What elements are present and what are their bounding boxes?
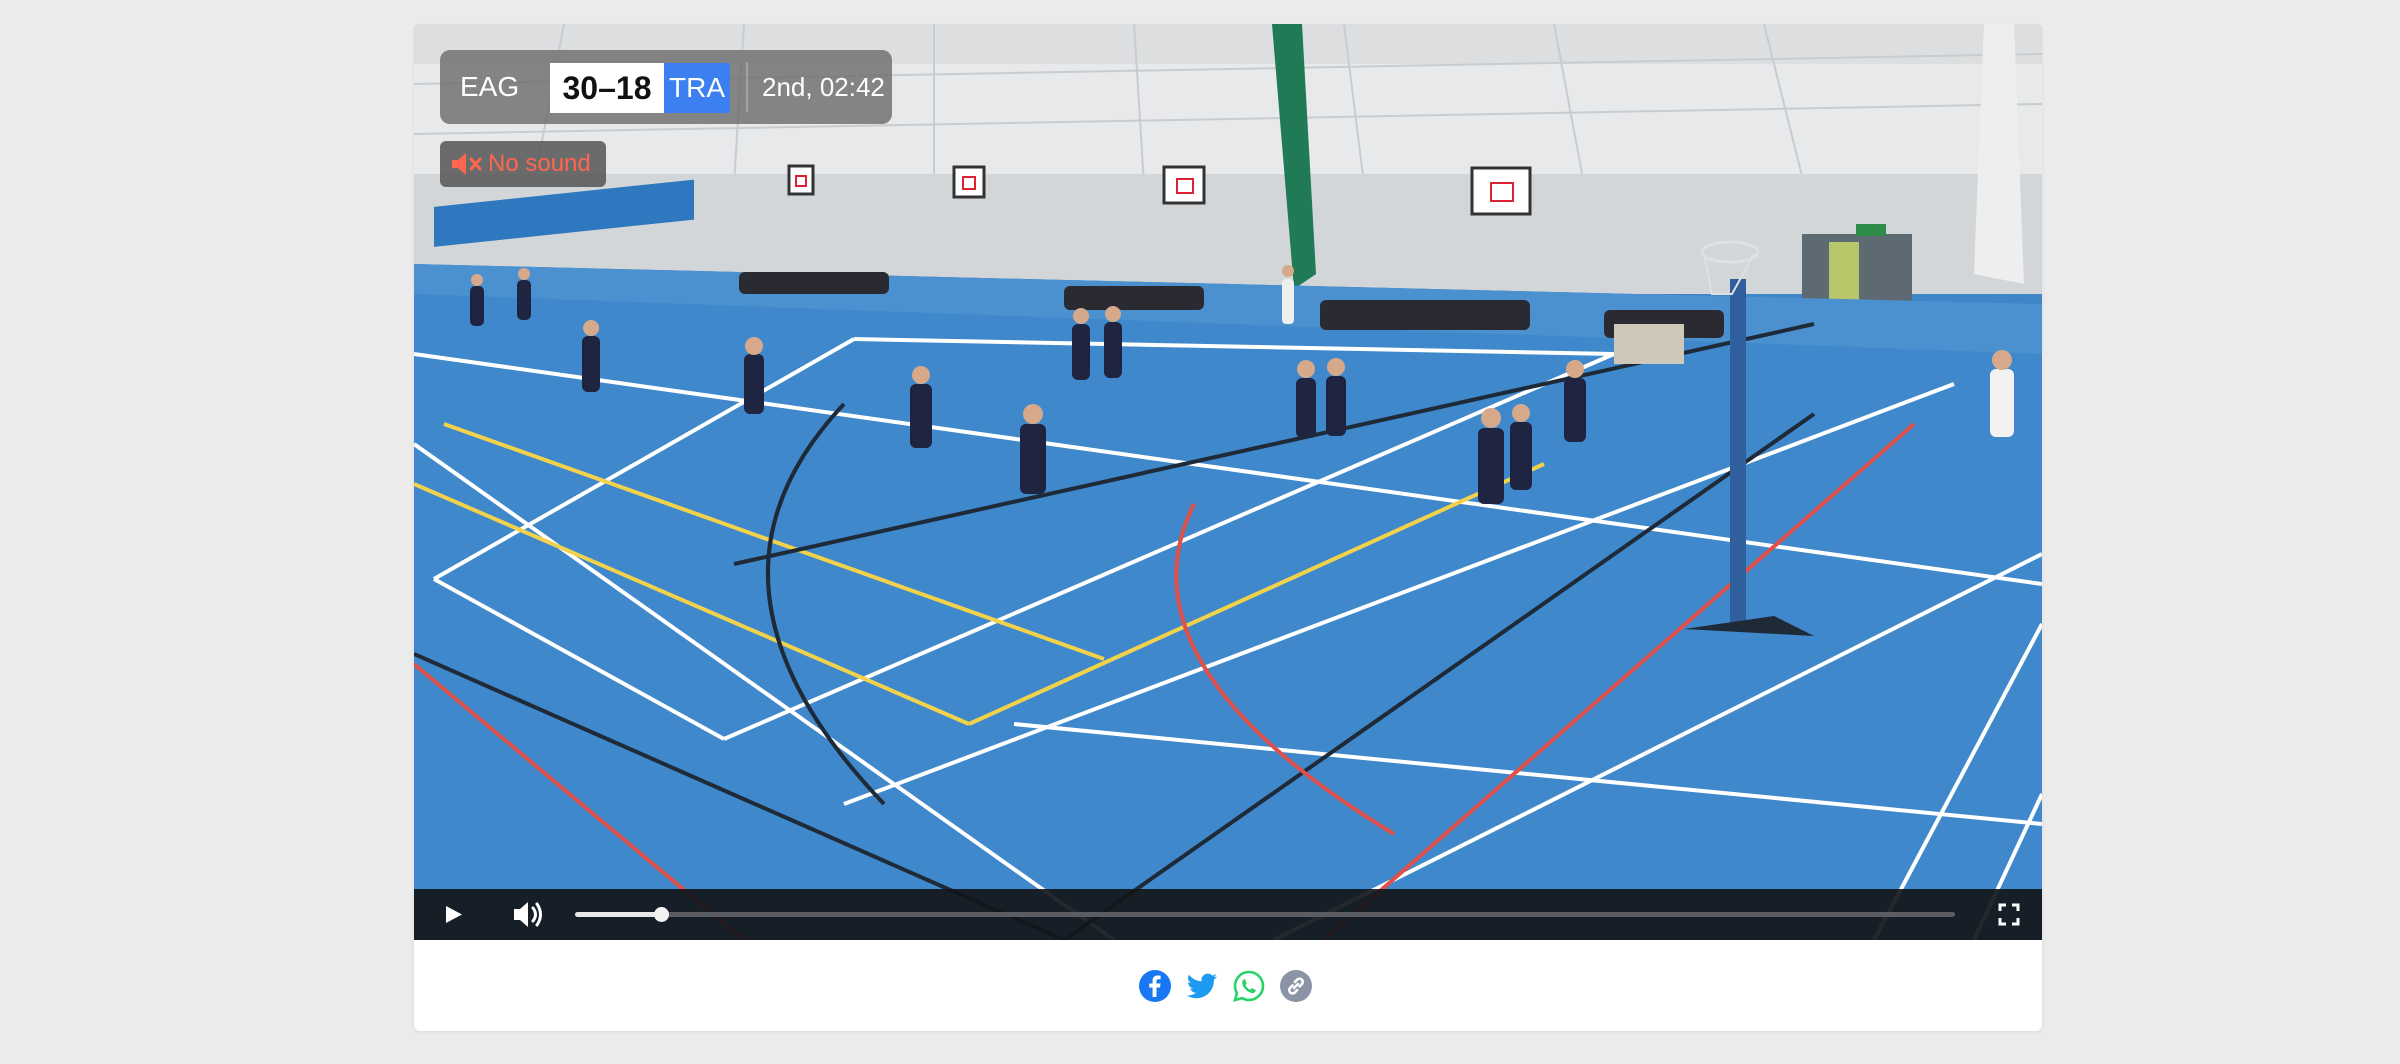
match-score: 30–18	[550, 63, 664, 113]
fullscreen-button[interactable]	[1994, 889, 2024, 940]
play-icon	[446, 906, 462, 923]
fullscreen-icon	[1998, 903, 2020, 926]
scoreboard-divider	[746, 62, 748, 112]
whatsapp-share-button[interactable]	[1232, 969, 1266, 1003]
progress-fill	[575, 912, 661, 917]
no-sound-badge[interactable]: No sound	[440, 141, 606, 187]
play-button[interactable]	[438, 889, 468, 940]
home-team-code: EAG	[460, 71, 520, 102]
speaker-muted-icon	[450, 151, 484, 182]
twitter-share-button[interactable]	[1185, 969, 1219, 1003]
volume-icon	[514, 902, 542, 927]
no-sound-label: No sound	[488, 150, 591, 177]
facebook-share-button[interactable]	[1138, 969, 1172, 1003]
player-controls	[414, 889, 2042, 940]
whatsapp-icon	[1233, 970, 1265, 1002]
video-frame	[414, 24, 2042, 940]
link-icon	[1280, 970, 1312, 1002]
scoreboard: EAG 30–18 TRA 2nd, 02:42	[440, 50, 892, 124]
away-team-code: TRA	[664, 63, 730, 113]
period-clock: 2nd, 02:42	[762, 72, 885, 102]
video-card: EAG 30–18 TRA 2nd, 02:42 No sound	[414, 24, 2042, 1031]
copy-link-button[interactable]	[1279, 969, 1313, 1003]
facebook-icon	[1139, 970, 1171, 1002]
progress-bar[interactable]	[575, 907, 1955, 922]
twitter-icon	[1186, 973, 1217, 999]
volume-button[interactable]	[508, 889, 548, 940]
video-player[interactable]: EAG 30–18 TRA 2nd, 02:42 No sound	[414, 24, 2042, 940]
share-bar	[414, 940, 2042, 1031]
progress-handle[interactable]	[653, 907, 669, 922]
